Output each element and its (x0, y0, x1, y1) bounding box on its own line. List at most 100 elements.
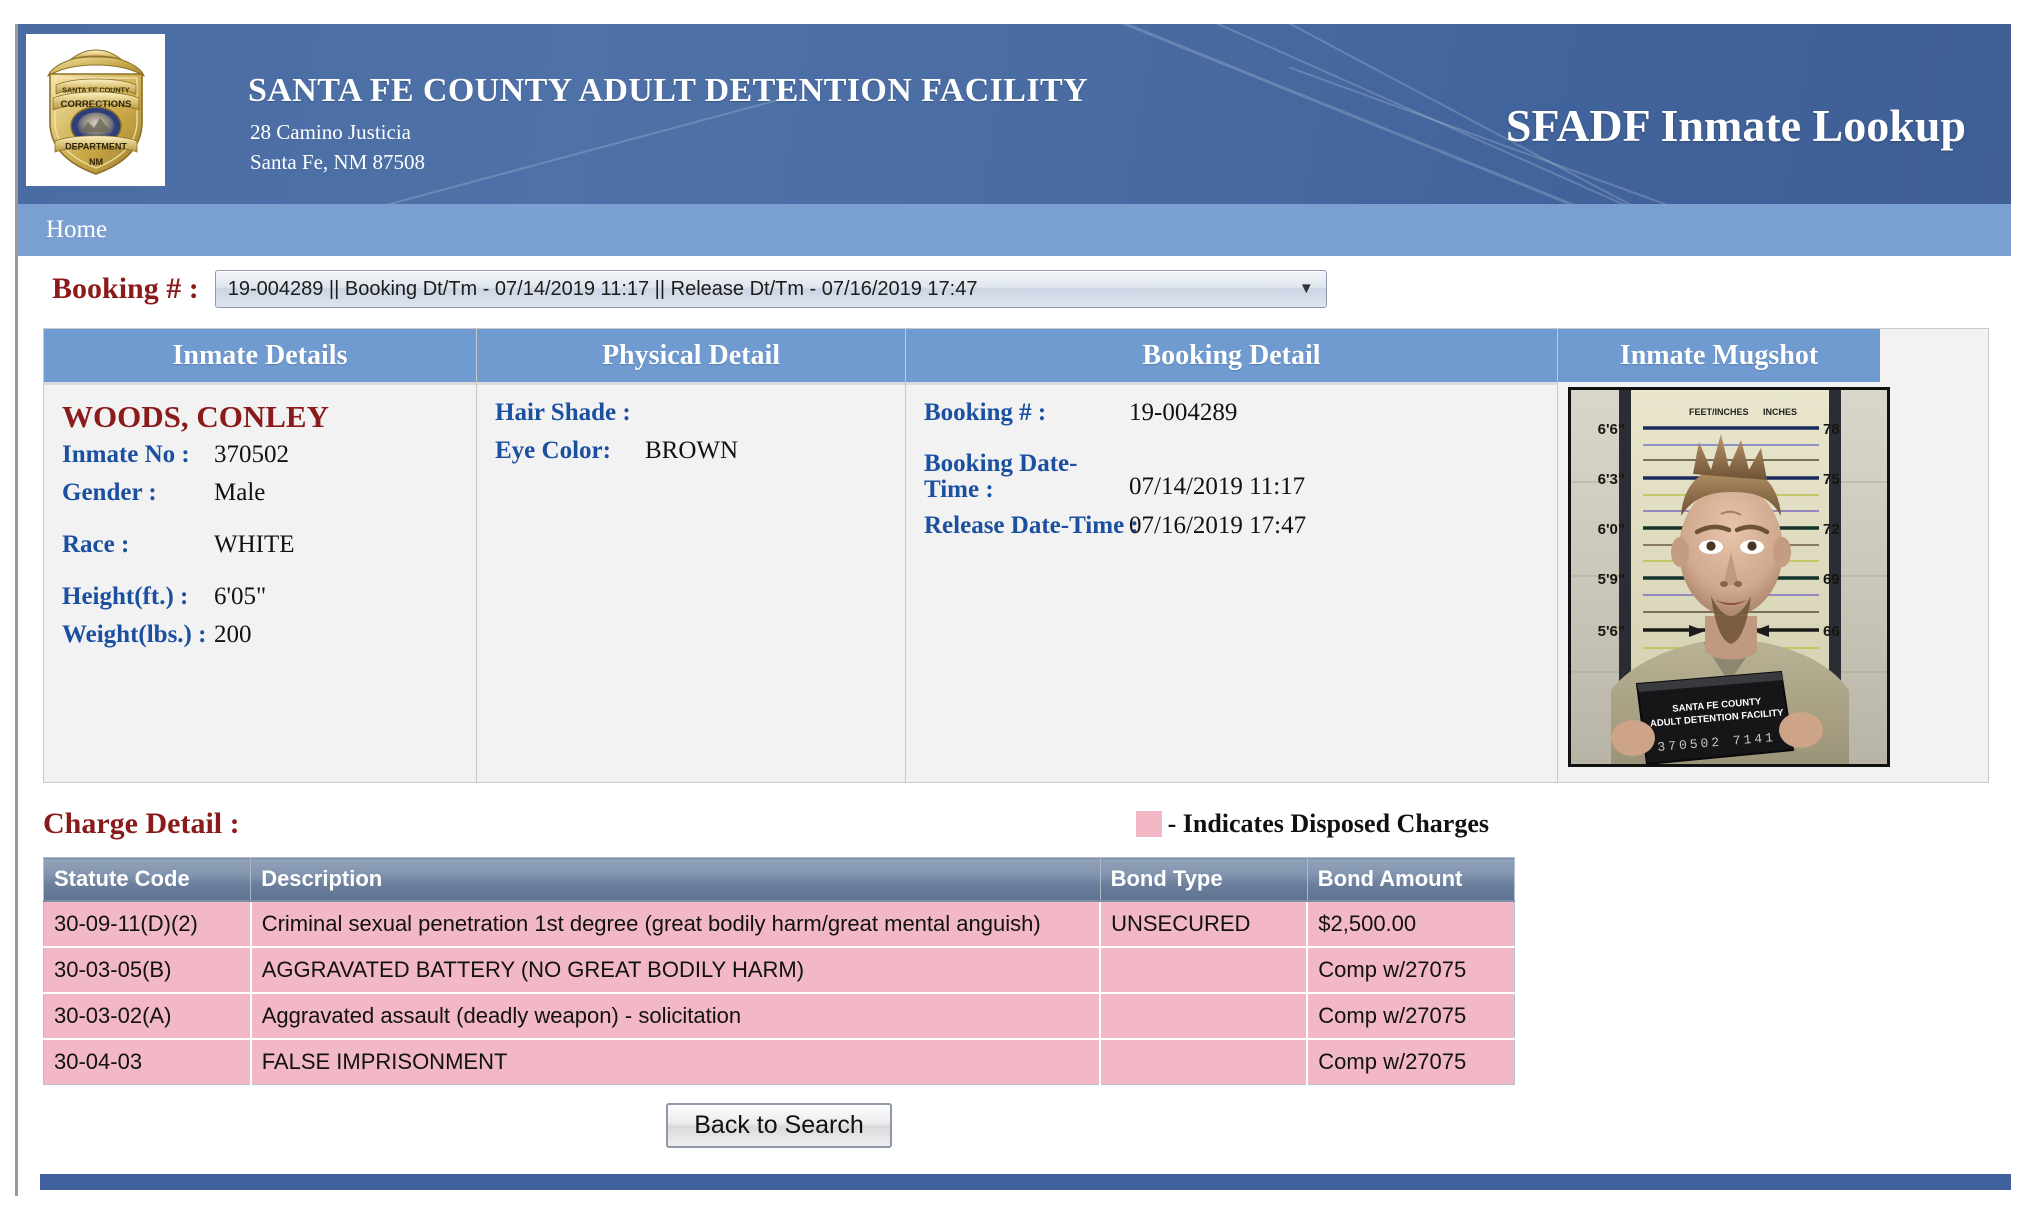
cell-statute-code: 30-04-03 (43, 1039, 252, 1085)
cell-bond-type (1100, 993, 1309, 1040)
field-label: Booking Date-Time : (924, 450, 1078, 504)
panel-physical-detail: Physical Detail Hair Shade : Eye Color: … (477, 329, 906, 782)
cell-statute-code: 30-03-05(B) (43, 947, 252, 994)
booking-select[interactable]: 19-004289 || Booking Dt/Tm - 07/14/2019 … (214, 270, 1327, 308)
panel-body-inmate-details: WOODS, CONLEY Inmate No : 370502 Gender … (44, 385, 476, 782)
disposed-charges-legend: - Indicates Disposed Charges (1135, 809, 1989, 839)
mugshot-photo: FEET/INCHES INCHES 6'6" 78 6'3" 75 6'0" … (1568, 387, 1890, 767)
cell-bond-amount: Comp w/27075 (1307, 1039, 1515, 1085)
cell-statute-code: 30-03-02(A) (43, 993, 252, 1040)
booking-selector-label: Booking # : (52, 272, 199, 305)
table-header-row: Statute Code Description Bond Type Bond … (43, 857, 1515, 902)
field-value: 6'05" (214, 583, 267, 610)
svg-text:6'6": 6'6" (1598, 421, 1625, 438)
agency-logo: SANTA FE COUNTY CORRECTIONS DEPARTMENT N… (26, 34, 165, 186)
cell-bond-amount: $2,500.00 (1307, 901, 1515, 948)
field-label: Inmate No : (62, 441, 190, 468)
field-height: Height(ft.) : 6'05" (44, 583, 476, 611)
field-booking-number: Booking # : 19-004289 (906, 399, 1557, 427)
legend-label: - Indicates Disposed Charges (1167, 809, 1489, 838)
agency-address-line1: 28 Camino Justicia (250, 120, 411, 144)
column-header-description[interactable]: Description (250, 857, 1101, 902)
detail-panels: Inmate Details WOODS, CONLEY Inmate No :… (43, 328, 1989, 783)
booking-select-value: 19-004289 || Booking Dt/Tm - 07/14/2019 … (227, 277, 978, 300)
cell-statute-code: 30-09-11(D)(2) (43, 901, 252, 948)
table-row: 30-09-11(D)(2) Criminal sexual penetrati… (43, 901, 1515, 948)
field-value: 370502 (214, 441, 289, 468)
table-row: 30-03-02(A) Aggravated assault (deadly w… (43, 993, 1515, 1040)
cell-description: AGGRAVATED BATTERY (NO GREAT BODILY HARM… (250, 947, 1102, 994)
footer-bar (40, 1174, 2011, 1190)
panel-title-physical-detail: Physical Detail (477, 329, 905, 385)
field-value: 07/14/2019 11:17 (1129, 473, 1306, 500)
field-weight: Weight(lbs.) : 200 (44, 621, 476, 649)
table-row: 30-04-03 FALSE IMPRISONMENT Comp w/27075 (43, 1039, 1515, 1085)
charge-detail-title: Charge Detail : (43, 807, 240, 840)
svg-text:5'6": 5'6" (1598, 623, 1625, 640)
svg-text:66: 66 (1823, 623, 1840, 640)
panel-inmate-mugshot: Inmate Mugshot FEET/INCHES INCHES 6'6" 7… (1558, 329, 1988, 782)
booking-selector-row: Booking # : 19-004289 || Booking Dt/Tm -… (18, 256, 2011, 322)
cell-description: Criminal sexual penetration 1st degree (… (250, 901, 1102, 948)
cell-bond-amount: Comp w/27075 (1307, 947, 1515, 994)
field-label: Eye Color: (495, 437, 611, 464)
field-release-date-time: Release Date-Time : 07/16/2019 17:47 (906, 512, 1557, 540)
panel-body-booking-detail: Booking # : 19-004289 Booking Date-Time … (906, 385, 1557, 782)
field-value: 200 (214, 621, 252, 648)
svg-text:6'0": 6'0" (1598, 521, 1625, 538)
agency-name: SANTA FE COUNTY ADULT DETENTION FACILITY (248, 72, 1089, 109)
panel-title-inmate-mugshot: Inmate Mugshot (1558, 329, 1880, 382)
svg-text:78: 78 (1823, 421, 1840, 438)
field-value: BROWN (645, 437, 739, 464)
column-header-statute-code[interactable]: Statute Code (43, 857, 252, 902)
agency-address-line2: Santa Fe, NM 87508 (250, 150, 425, 174)
cell-bond-amount: Comp w/27075 (1307, 993, 1515, 1040)
field-label: Height(ft.) : (62, 583, 189, 610)
app-title: SFADF Inmate Lookup (1505, 100, 1966, 151)
chevron-down-icon[interactable]: ▼ (1299, 271, 1314, 307)
field-race: Race : WHITE (44, 531, 476, 559)
field-label: Booking # : (924, 399, 1047, 426)
panel-title-booking-detail: Booking Detail (906, 329, 1557, 385)
table-row: 30-03-05(B) AGGRAVATED BATTERY (NO GREAT… (43, 947, 1515, 994)
field-inmate-no: Inmate No : 370502 (44, 441, 476, 469)
panel-booking-detail: Booking Detail Booking # : 19-004289 Boo… (906, 329, 1558, 782)
cell-description: FALSE IMPRISONMENT (250, 1039, 1102, 1085)
field-label: Gender : (62, 479, 157, 506)
sheriff-badge-icon: SANTA FE COUNTY CORRECTIONS DEPARTMENT N… (40, 44, 152, 176)
field-hair-shade: Hair Shade : (477, 399, 905, 427)
svg-text:INCHES: INCHES (1763, 407, 1797, 417)
cell-description: Aggravated assault (deadly weapon) - sol… (250, 993, 1102, 1040)
column-header-bond-type[interactable]: Bond Type (1100, 857, 1308, 902)
page-root: SANTA FE COUNTY CORRECTIONS DEPARTMENT N… (15, 24, 2011, 1196)
nav-item-home[interactable]: Home (18, 216, 107, 244)
field-label: Hair Shade : (495, 399, 631, 426)
column-header-bond-amount[interactable]: Bond Amount (1307, 857, 1515, 902)
field-booking-date-time: Booking Date-Time : 07/14/2019 11:17 (906, 450, 1557, 504)
svg-text:69: 69 (1823, 571, 1840, 588)
back-to-search-button[interactable]: Back to Search (666, 1103, 892, 1148)
field-value: Male (214, 479, 266, 506)
panel-body-physical-detail: Hair Shade : Eye Color: BROWN (477, 385, 905, 782)
field-label: Race : (62, 531, 130, 558)
field-value: WHITE (214, 531, 295, 558)
panel-inmate-details: Inmate Details WOODS, CONLEY Inmate No :… (44, 329, 477, 782)
svg-text:DEPARTMENT: DEPARTMENT (65, 142, 127, 152)
svg-text:6'3": 6'3" (1598, 471, 1625, 488)
svg-text:72: 72 (1823, 521, 1840, 538)
field-value: 19-004289 (1129, 399, 1238, 426)
main-navigation: Home (18, 204, 2011, 256)
cell-bond-type: UNSECURED (1100, 901, 1309, 948)
field-gender: Gender : Male (44, 479, 476, 507)
field-label: Release Date-Time : (924, 511, 1139, 539)
cell-bond-type (1100, 947, 1309, 994)
svg-text:75: 75 (1823, 471, 1840, 488)
field-label: Weight(lbs.) : (62, 621, 207, 648)
panel-title-inmate-details: Inmate Details (44, 329, 476, 385)
cell-bond-type (1100, 1039, 1309, 1085)
svg-text:5'9": 5'9" (1598, 571, 1625, 588)
field-eye-color: Eye Color: BROWN (477, 437, 905, 465)
